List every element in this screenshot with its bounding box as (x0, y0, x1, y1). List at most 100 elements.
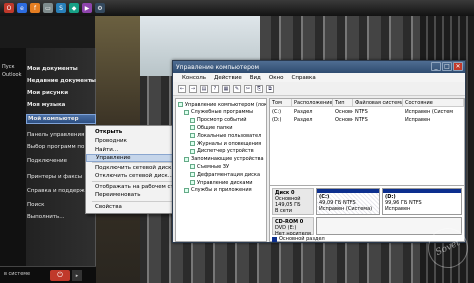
folder-icon[interactable]: ▭ (43, 3, 53, 13)
power-button[interactable]: ⏻ (50, 270, 70, 281)
tree-item[interactable]: Управление дисками (190, 179, 253, 186)
console-tree: Управление компьютером (лока Служебные пр… (175, 98, 267, 242)
start-menu-item-label: Мои рисунки (27, 90, 69, 96)
toolbar-button-icon[interactable]: → (189, 84, 197, 93)
start-menu-pinned-column: Пуск Outlook (0, 48, 26, 283)
volume-row[interactable]: (D:) Раздел ОсновнойNTFS Исправен (270, 116, 464, 124)
tree-item[interactable]: Службы и приложения (184, 187, 252, 194)
menu-item[interactable]: Справка (291, 75, 315, 81)
pinned-label[interactable]: Пуск (2, 64, 15, 70)
toolbar-button-icon[interactable]: ⎘ (255, 84, 263, 93)
context-menu-item[interactable]: Отключить сетевой диск... (86, 172, 178, 180)
footer-label: в системе (4, 271, 31, 277)
cdrom-0-label[interactable]: CD-ROM 0 DVD (E:) Нет носителя (272, 217, 314, 237)
toolbar-button-icon[interactable]: ✂ (244, 84, 252, 93)
context-menu-item[interactable]: Переименовать (86, 191, 178, 199)
menu-item[interactable]: Окно (269, 75, 284, 81)
context-menu-item[interactable]: Свойства (86, 203, 178, 211)
volume-cell: NTFS (355, 117, 368, 123)
menu-item[interactable]: Действие (214, 75, 242, 81)
toolbar-button-icon[interactable]: ▤ (200, 84, 208, 93)
firefox-icon[interactable]: f (30, 3, 40, 13)
tree-item[interactable]: Журналы и оповещения (190, 140, 261, 147)
start-menu-item[interactable]: Мои документы (26, 64, 96, 74)
tree-node-icon (190, 141, 195, 146)
toolbar-button-icon[interactable]: ← (178, 84, 186, 93)
volume-cell: (D:) (272, 117, 282, 123)
volume-cell: Основной (335, 109, 353, 115)
tree-item-label: Дефрагментация диска (197, 171, 261, 178)
tree-node-icon (178, 102, 183, 107)
start-menu-item-label: Панель управления (27, 132, 85, 138)
partition-d[interactable]: (D:) 99,96 ГБ NTFS Исправен (382, 188, 462, 215)
top-taskbar: O e f ▭ S ◆ ▶ ⚙ (0, 0, 474, 16)
disk-0-label[interactable]: Диск 0 Основной 149,05 ГБ В сети (272, 188, 314, 215)
start-menu-item[interactable]: Мой компьютер (26, 114, 96, 124)
context-menu-item[interactable]: Управление (86, 154, 178, 162)
toolbar-button-icon[interactable]: ▦ (222, 84, 230, 93)
tree-item[interactable]: Общие папки (190, 124, 233, 131)
column-header[interactable]: Файловая система (353, 99, 403, 106)
pinned-label[interactable]: Outlook (2, 72, 21, 78)
opera-icon[interactable]: O (4, 3, 14, 13)
legend: Основной раздел (272, 236, 325, 242)
tree-item[interactable]: Съемные ЗУ (190, 163, 229, 170)
minimize-button[interactable]: _ (431, 62, 441, 71)
power-options-arrow-icon[interactable]: ▸ (72, 270, 82, 281)
volume-list-header: Том Расположение Тип Файловая система Состоя… (270, 99, 464, 107)
volume-row[interactable]: (C:) Раздел ОсновнойNTFS Исправен (Систем (270, 108, 464, 116)
tree-item[interactable]: Локальные пользовател (190, 132, 261, 139)
tree-node-icon (190, 125, 195, 131)
tree-item[interactable]: Диспетчер устройств (190, 148, 254, 155)
menu-item[interactable]: Консоль (182, 75, 206, 81)
toolbar-button-icon[interactable]: ? (211, 84, 219, 93)
tree-item-label: Локальные пользовател (197, 132, 262, 139)
toolbar-button-icon[interactable]: ✎ (233, 84, 241, 93)
context-menu-item[interactable]: Отображать на рабочем столе (86, 183, 184, 191)
toolbar-button-icon[interactable]: ⧉ (266, 84, 274, 93)
partition-status: Исправен (385, 206, 411, 212)
app-icon[interactable]: ◆ (69, 3, 79, 13)
column-header[interactable]: Состояние (403, 99, 464, 106)
start-menu-item[interactable]: Недавние документы ▸ (26, 76, 96, 86)
tree-item[interactable]: Дефрагментация диска (190, 171, 260, 178)
volume-cell: NTFS (355, 109, 368, 115)
column-header[interactable]: Тип (333, 99, 353, 106)
tool-icon[interactable]: ⚙ (95, 3, 105, 13)
tree-node-icon (184, 187, 189, 193)
tree-item-label: Служебные программы (191, 109, 254, 116)
window-titlebar[interactable]: Управление компьютером _ □ ✕ (173, 61, 465, 73)
partition-c[interactable]: (C:) 49,09 ГБ NTFS Исправен (Система) (316, 188, 380, 215)
volume-cell: Исправен (Систем (405, 109, 454, 115)
context-menu-item[interactable]: Открыть (86, 128, 178, 136)
context-menu-item[interactable]: Проводник (86, 137, 178, 145)
tree-item-label: Журналы и оповещения (197, 140, 262, 147)
menu-item[interactable]: Вид (250, 75, 261, 81)
tree-item[interactable]: Служебные программы (184, 109, 253, 116)
tree-item[interactable]: Просмотр событий (190, 117, 247, 124)
start-menu-footer: в системе ⏻ ▸ (0, 266, 96, 283)
tree-node-icon (190, 133, 195, 139)
tree-node-icon (190, 117, 195, 123)
tree-node-icon (190, 164, 195, 170)
start-menu-item-label: Моя музыка (27, 102, 66, 108)
context-menu: Открыть Проводник Найти... Управление Подклю… (85, 125, 184, 214)
tree-item[interactable]: Запоминающие устройства (184, 156, 264, 163)
maximize-button[interactable]: □ (442, 62, 452, 71)
column-header[interactable]: Том (270, 99, 292, 106)
tree-item[interactable]: Управление компьютером (лока (178, 101, 266, 108)
context-menu-item[interactable]: Подключить сетевой диск... (86, 164, 178, 172)
start-menu-item[interactable]: Моя музыка (26, 100, 96, 110)
volume-cell: (C:) (272, 109, 282, 115)
media-icon[interactable]: ▶ (82, 3, 92, 13)
skype-icon[interactable]: S (56, 3, 66, 13)
close-button[interactable]: ✕ (453, 62, 463, 71)
start-menu-item[interactable]: Мои рисунки (26, 88, 96, 98)
context-menu-item[interactable]: Найти... (86, 146, 178, 154)
ie-icon[interactable]: e (17, 3, 27, 13)
start-menu-item-label: Поиск (27, 202, 45, 208)
volume-cell: Основной (335, 117, 353, 123)
column-header[interactable]: Расположение (292, 99, 333, 106)
window-title: Управление компьютером (176, 63, 260, 71)
tree-item-label: Запоминающие устройства (191, 156, 264, 163)
